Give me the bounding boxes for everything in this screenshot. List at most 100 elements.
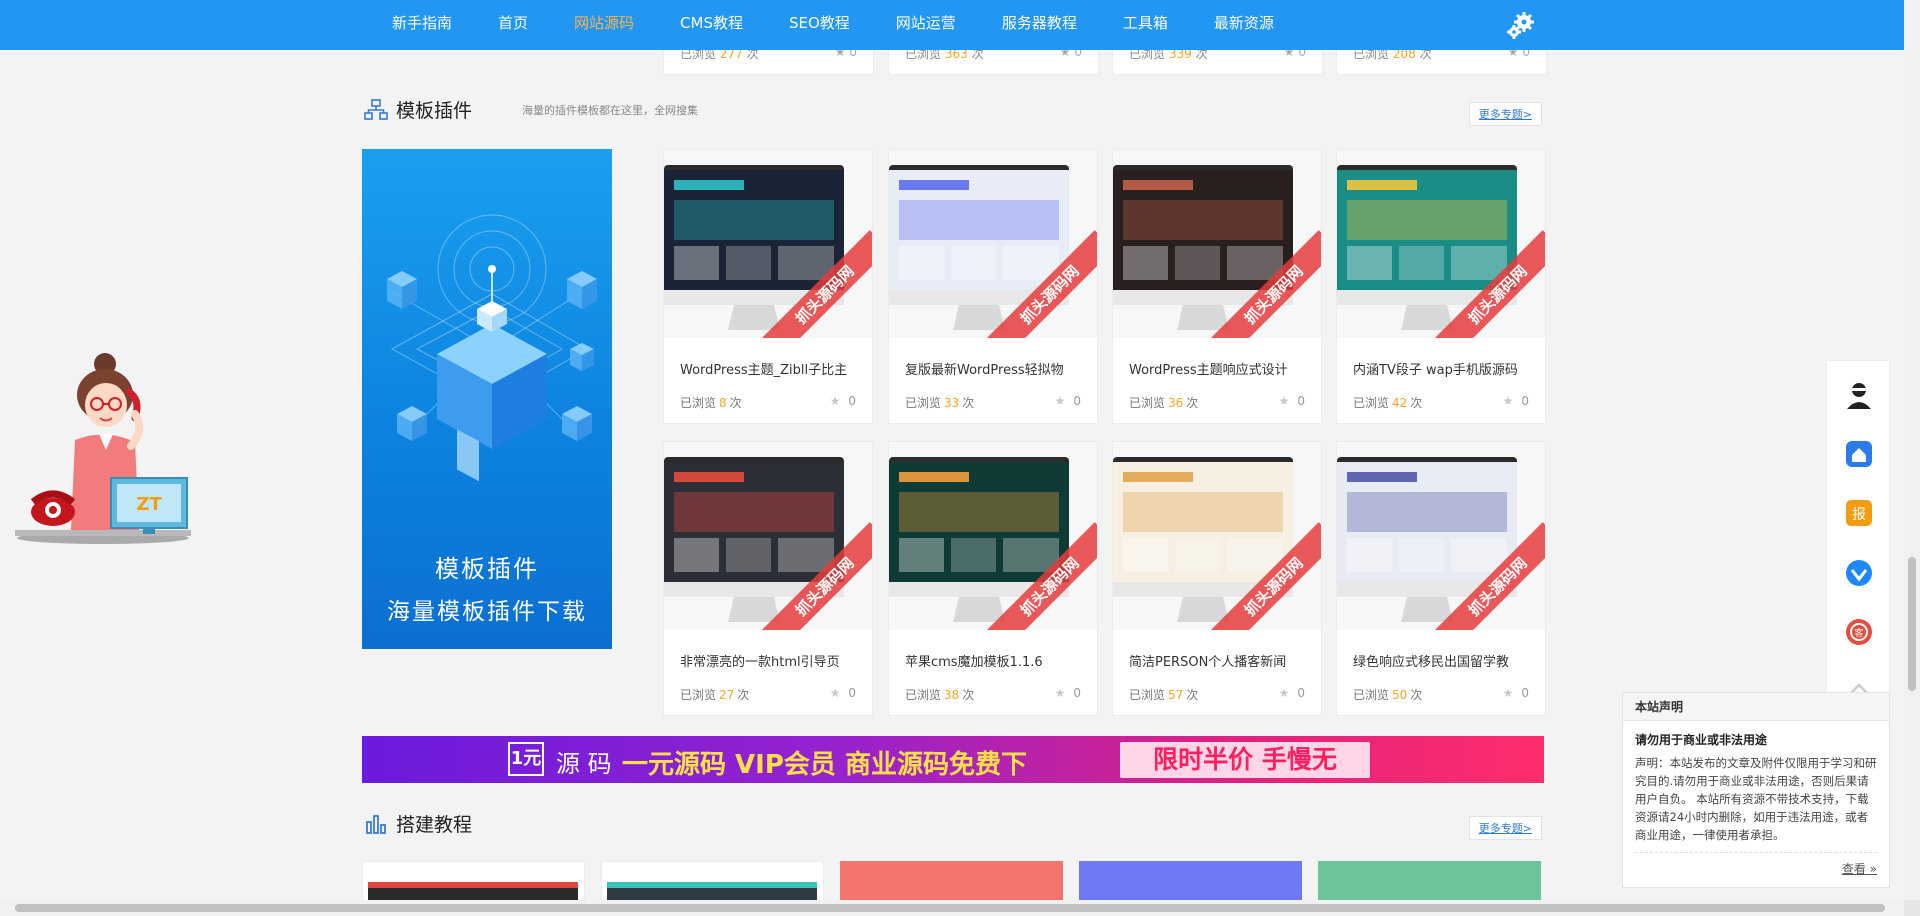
monitor-mockup xyxy=(664,457,844,622)
monitor-mockup xyxy=(1113,165,1293,330)
horizontal-scrollbar[interactable] xyxy=(0,900,1904,916)
favorite-count[interactable]: ★ 0 xyxy=(830,394,856,408)
product-card[interactable]: 抓头源码网 WordPress主题响应式设计 已浏览 36 次 ★ 0 xyxy=(1112,149,1322,424)
customer-service-float[interactable]: ZT xyxy=(13,350,193,548)
favorite-count[interactable]: ★ 0 xyxy=(1279,686,1305,700)
product-card[interactable]: 抓头源码网简洁PERSON个人播客新闻已浏览 57 次 ★ 0 xyxy=(1112,441,1322,716)
product-card[interactable]: 抓头源码网苹果cms魔加模板1.1.6 已浏览 38 次 ★ 0 xyxy=(888,441,1098,716)
star-icon[interactable]: ★ xyxy=(1279,394,1290,408)
right-float-toolbar: 报 客 xyxy=(1826,360,1890,714)
tutorial-card[interactable] xyxy=(840,861,1063,901)
star-icon[interactable]: ★ xyxy=(1055,394,1066,408)
gear-icon[interactable] xyxy=(1505,9,1537,41)
view-count: 已浏览 27 次 xyxy=(680,688,750,702)
tutorial-card[interactable] xyxy=(1318,861,1541,901)
view-count: 已浏览 33 次 xyxy=(905,396,975,410)
nav-item-latest[interactable]: 最新资源 xyxy=(1202,0,1286,50)
star-icon[interactable]: ★ xyxy=(830,686,841,700)
tutorial-card[interactable] xyxy=(1079,861,1302,901)
nav-item-server[interactable]: 服务器教程 xyxy=(990,0,1089,50)
scroll-thumb[interactable] xyxy=(1908,557,1916,691)
nav-item-tools[interactable]: 工具箱 xyxy=(1111,0,1180,50)
templates-banner[interactable]: 模板插件 海量模板插件下载 xyxy=(362,149,612,649)
product-card[interactable]: 抓头源码网 内涵TV段子 wap手机版源码 已浏览 42 次 ★ 0 xyxy=(1336,149,1546,424)
vertical-scrollbar[interactable] xyxy=(1904,0,1920,900)
banner-subtitle: 海量模板插件下载 xyxy=(387,599,587,625)
scroll-thumb[interactable] xyxy=(15,904,1885,912)
nav-links: 新手指南 首页 网站源码 CMS教程 SEO教程 网站运营 服务器教程 工具箱 … xyxy=(380,0,1308,50)
product-thumbnail[interactable]: 抓头源码网 xyxy=(889,150,1097,338)
notice-view-link[interactable]: 查看 » xyxy=(1842,860,1877,877)
star-icon[interactable]: ★ xyxy=(1503,686,1514,700)
product-card[interactable]: 抓头源码网 WordPress主题_Zibll子比主已浏览 8 次 ★ 0 xyxy=(663,149,873,424)
tutorial-card[interactable] xyxy=(601,861,824,902)
product-title[interactable]: 简洁PERSON个人播客新闻 xyxy=(1129,651,1309,670)
notice-header: 本站声明 xyxy=(1623,693,1889,721)
product-thumbnail[interactable]: 抓头源码网 xyxy=(889,442,1097,630)
nav-item-operation[interactable]: 网站运营 xyxy=(884,0,968,50)
red-envelope-icon[interactable]: 客 xyxy=(1843,616,1875,648)
product-title[interactable]: 内涵TV段子 wap手机版源码 xyxy=(1353,359,1533,378)
star-icon[interactable]: ★ xyxy=(1279,686,1290,700)
monitor-mockup xyxy=(664,165,844,330)
monitor-mockup xyxy=(889,457,1069,622)
monitor-mockup xyxy=(1113,457,1293,622)
product-title[interactable]: WordPress主题_Zibll子比主 xyxy=(680,359,860,378)
product-title[interactable]: 苹果cms魔加模板1.1.6 xyxy=(905,651,1085,670)
vip-diamond-icon[interactable] xyxy=(1843,557,1875,589)
favorite-count[interactable]: ★ 0 xyxy=(830,686,856,700)
report-icon[interactable]: 报 xyxy=(1843,497,1875,529)
vip-banner[interactable]: 1元 源 码 一元源码 VIP会员 商业源码免费下 限时半价 手慢无 xyxy=(362,736,1544,783)
product-title[interactable]: WordPress主题响应式设计 xyxy=(1129,359,1309,378)
product-title[interactable]: 复版最新WordPress轻拟物 xyxy=(905,359,1085,378)
product-title[interactable]: 绿色响应式移民出国留学教 xyxy=(1353,651,1533,670)
favorite-count[interactable]: ★ 0 xyxy=(1279,394,1305,408)
product-card[interactable]: 抓头源码网非常漂亮的一款html引导页已浏览 27 次 ★ 0 xyxy=(663,441,873,716)
site-notice-panel: 本站声明 请勿用于商业或非法用途 声明：本站发布的文章及附件仅限用于学习和研究目… xyxy=(1622,692,1890,888)
star-icon[interactable]: ★ xyxy=(830,394,841,408)
monitor-mockup xyxy=(1337,165,1517,330)
product-thumbnail[interactable]: 抓头源码网 xyxy=(1337,442,1545,630)
vip-promo-pill: 限时半价 手慢无 xyxy=(1120,742,1370,778)
isometric-box-illustration xyxy=(386,214,597,482)
more-topics-link[interactable]: 更多专题> xyxy=(1468,102,1542,126)
view-count: 已浏览 57 次 xyxy=(1129,688,1199,702)
tutorial-card[interactable] xyxy=(362,861,585,902)
product-card[interactable]: 抓头源码网 绿色响应式移民出国留学教 已浏览 50 次 ★ 0 xyxy=(1336,441,1546,716)
product-thumbnail[interactable]: 抓头源码网 xyxy=(1113,150,1321,338)
nav-item-guide[interactable]: 新手指南 xyxy=(380,0,464,50)
nav-item-source[interactable]: 网站源码 xyxy=(562,0,646,50)
nav-item-cms[interactable]: CMS教程 xyxy=(668,0,755,50)
section-header-tutorials: 搭建教程 更多专题> xyxy=(362,804,1544,844)
monitor-logo: ZT xyxy=(136,494,162,515)
product-card[interactable]: 抓头源码网复版最新WordPress轻拟物已浏览 33 次 ★ 0 xyxy=(888,149,1098,424)
tutorial-thumb xyxy=(368,882,578,902)
favorite-count[interactable]: ★ 0 xyxy=(1503,686,1529,700)
section-subtitle: 海量的插件模板都在这里，全网搜集 xyxy=(522,104,698,117)
product-thumbnail[interactable]: 抓头源码网 xyxy=(664,442,872,630)
favorite-count[interactable]: ★ 0 xyxy=(1055,686,1081,700)
section-title: 搭建教程 xyxy=(396,814,473,836)
nav-item-seo[interactable]: SEO教程 xyxy=(777,0,862,50)
tutorial-thumb xyxy=(607,882,817,902)
product-thumbnail[interactable]: 抓头源码网 xyxy=(664,150,872,338)
vip-prefix: 源 码 xyxy=(556,750,612,778)
view-count: 已浏览 38 次 xyxy=(905,688,975,702)
customer-service-icon[interactable] xyxy=(1843,379,1875,411)
product-thumbnail[interactable]: 抓头源码网 xyxy=(1337,150,1545,338)
notice-title: 请勿用于商业或非法用途 xyxy=(1635,733,1768,747)
product-title[interactable]: 非常漂亮的一款html引导页 xyxy=(680,651,860,670)
more-topics-link[interactable]: 更多专题> xyxy=(1468,816,1542,840)
vip-headline: 一元源码 VIP会员 商业源码免费下 xyxy=(622,750,1027,780)
sitemap-icon xyxy=(364,99,388,120)
nav-item-home[interactable]: 首页 xyxy=(486,0,540,50)
favorite-count[interactable]: ★ 0 xyxy=(1503,394,1529,408)
favorite-count[interactable]: ★ 0 xyxy=(1055,394,1081,408)
banner-title: 模板插件 xyxy=(435,555,539,583)
home-icon[interactable] xyxy=(1843,438,1875,470)
star-icon[interactable]: ★ xyxy=(1055,686,1066,700)
receptionist-illustration: ZT xyxy=(15,353,191,544)
star-icon[interactable]: ★ xyxy=(1503,394,1514,408)
view-count: 已浏览 8 次 xyxy=(680,396,742,410)
product-thumbnail[interactable]: 抓头源码网 xyxy=(1113,442,1321,630)
